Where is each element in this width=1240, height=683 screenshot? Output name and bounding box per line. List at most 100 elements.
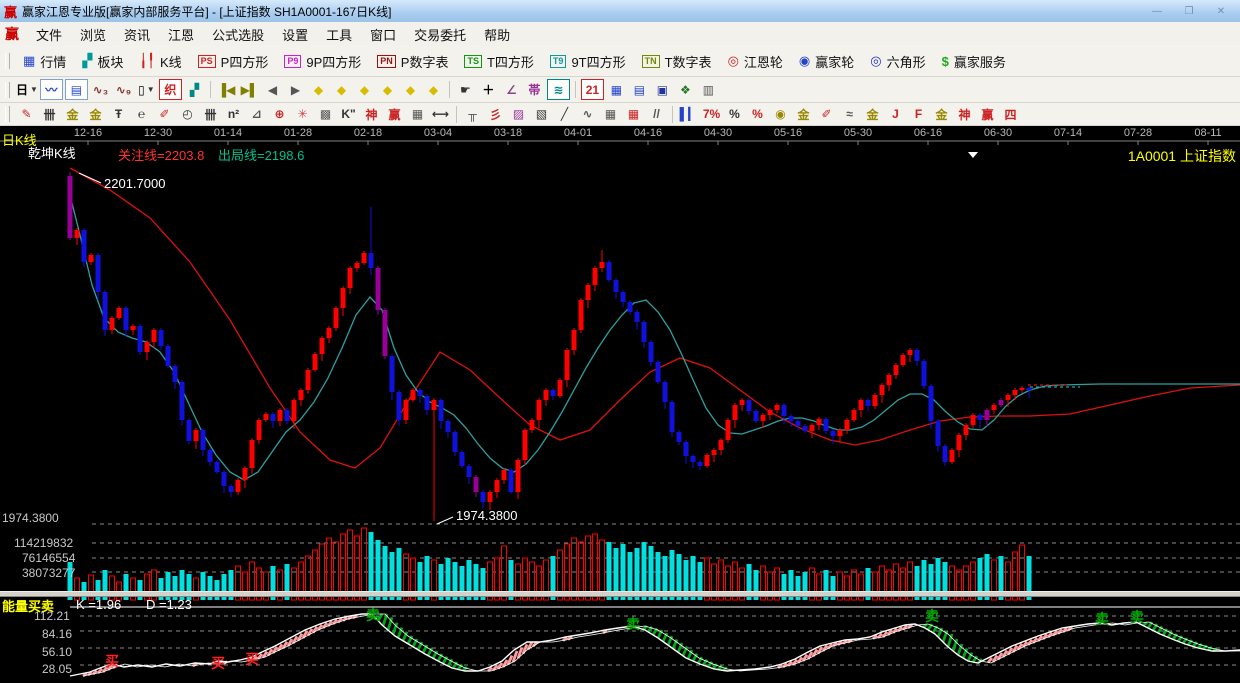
diamond-plus-button[interactable]: ◆ (423, 80, 444, 99)
menu-news[interactable]: 资讯 (115, 22, 159, 47)
cycle-clock-tool[interactable]: ◴ (177, 105, 198, 124)
calculator-tool[interactable]: ▦ (606, 80, 627, 99)
toolbar-button-六角形[interactable]: ◎六角形 (862, 49, 933, 73)
gold-circle-tool[interactable]: ◉ (770, 105, 791, 124)
fan-box-dark-tool[interactable]: ▧ (531, 105, 552, 124)
menu-formula-stock-pick[interactable]: 公式选股 (203, 22, 273, 47)
diamond-star-button[interactable]: ◆ (400, 80, 421, 99)
toolbar-button-P数字表[interactable]: PNP数字表 (369, 49, 456, 73)
slash-lines-tool[interactable]: // (646, 105, 667, 124)
k-mark-tool[interactable]: K" (338, 105, 359, 124)
gold-ratio-tool-1[interactable]: 金 (62, 105, 83, 124)
chart-canvas[interactable]: 买买买卖卖卖卖卖 日K线 12-1612-3001-1401-2802-1803… (0, 126, 1240, 683)
wave-9-tool[interactable]: ∿₉ (113, 80, 134, 99)
toolbar-button-行情[interactable]: ▦行情 (15, 49, 74, 73)
gann-flag-tool[interactable]: 帯 (524, 80, 545, 99)
star-web-tool[interactable]: ✳ (292, 105, 313, 124)
wave-3-tool[interactable]: ∿₃ (90, 80, 111, 99)
grid-123-tool[interactable]: ▦ (407, 105, 428, 124)
f-line-tool[interactable]: F (908, 105, 929, 124)
j-line-tool[interactable]: J (885, 105, 906, 124)
remote-pc-tool[interactable]: ▥ (698, 80, 719, 99)
pattern-tool[interactable]: 织 (159, 79, 182, 100)
fan-lines-tool[interactable]: 彡 (485, 105, 506, 124)
f-ruler-tool[interactable]: Ŧ (108, 105, 129, 124)
h-frame-tool[interactable]: ╥ (462, 105, 483, 124)
wave-check-tool[interactable]: ∿ (577, 105, 598, 124)
percent-7-tool[interactable]: 7% (701, 105, 722, 124)
toolbar-button-K线[interactable]: ╽╿K线 (131, 49, 189, 73)
fan-box-tool[interactable]: ▨ (508, 105, 529, 124)
title-bar[interactable]: 赢 赢家江恩专业版[赢家内部服务平台] - [上证指数 SH1A0001-167… (0, 0, 1240, 23)
network-tool[interactable]: ❖ (675, 80, 696, 99)
web-grid-tool[interactable]: ▩ (315, 105, 336, 124)
compass-tool[interactable]: ⊕ (269, 105, 290, 124)
percent-tool[interactable]: % (724, 105, 745, 124)
toolbar-button-赢家服务[interactable]: $赢家服务 (934, 49, 1014, 73)
wave-band-tool[interactable]: ≈ (839, 105, 860, 124)
gold-line-tool[interactable]: 金 (793, 105, 814, 124)
menu-settings[interactable]: 设置 (273, 22, 317, 47)
angle-ruler-tool[interactable]: ⊿ (246, 105, 267, 124)
toolbar-button-赢家轮[interactable]: ◉赢家轮 (791, 49, 862, 73)
toolbar-grip[interactable] (5, 106, 10, 122)
toolbar-button-T数字表[interactable]: TNT数字表 (634, 49, 720, 73)
toolbar-grip[interactable] (5, 53, 10, 69)
menu-tools[interactable]: 工具 (317, 22, 361, 47)
toolbar-button-9P四方形[interactable]: P99P四方形 (276, 49, 369, 73)
candle-style-tool[interactable]: ▯▼ (136, 80, 157, 99)
area-select-tool[interactable]: ≋ (547, 79, 570, 100)
minimize-button[interactable]: — (1148, 5, 1166, 18)
next-button[interactable]: ▶ (285, 80, 306, 99)
menu-help[interactable]: 帮助 (475, 22, 519, 47)
grid-red-tool[interactable]: ▦ (623, 105, 644, 124)
menu-window[interactable]: 窗口 (361, 22, 405, 47)
zigzag-tool[interactable]: 〰 (40, 79, 63, 100)
gold-angle-tool[interactable]: 金 (862, 105, 883, 124)
toolbar-button-板块[interactable]: ▞板块 (74, 49, 131, 73)
crosshair-tool[interactable]: ＋ (478, 80, 499, 99)
grid-tool[interactable]: ▦ (600, 105, 621, 124)
toolbar-grip[interactable] (5, 82, 10, 98)
kline-style-dropdown[interactable]: 日▼ (16, 80, 38, 99)
toolbar-button-江恩轮[interactable]: ◎江恩轮 (720, 49, 791, 73)
toolbar-button-P四方形[interactable]: PSP四方形 (190, 49, 277, 73)
notepad-tool[interactable]: ▤ (629, 80, 650, 99)
diamond-left-button[interactable]: ◆ (308, 80, 329, 99)
four-slash-tool[interactable]: 四 (1000, 105, 1021, 124)
ying-slash-tool[interactable]: 赢 (977, 105, 998, 124)
save-tool[interactable]: ▣ (652, 80, 673, 99)
percent-line-tool[interactable]: % (747, 105, 768, 124)
angle-measure-tool[interactable]: ∠ (501, 80, 522, 99)
n-square-tool[interactable]: n² (223, 105, 244, 124)
goto-first-button[interactable]: ▐◀ (216, 80, 237, 99)
gold-slash-tool[interactable]: 金 (931, 105, 952, 124)
maximize-button[interactable]: ❐ (1180, 5, 1198, 18)
close-button[interactable]: ✕ (1212, 5, 1230, 18)
gann-comb-tool[interactable]: 卌 (39, 105, 60, 124)
note-tool[interactable]: ▤ (65, 79, 88, 100)
comb-tool[interactable]: 卌 (200, 105, 221, 124)
diamond-hspan-button[interactable]: ◆ (354, 80, 375, 99)
menu-file[interactable]: 文件 (27, 22, 71, 47)
menu-browse[interactable]: 浏览 (71, 22, 115, 47)
prev-button[interactable]: ◀ (262, 80, 283, 99)
shen-tool[interactable]: 神 (361, 105, 382, 124)
ying-tool[interactable]: 赢 (384, 105, 405, 124)
diamond-cross-button[interactable]: ◆ (377, 80, 398, 99)
goto-last-button[interactable]: ▶▌ (239, 80, 260, 99)
hand-tool[interactable]: ☛ (455, 80, 476, 99)
shen-slash-tool[interactable]: 神 (954, 105, 975, 124)
bar-compare-tool[interactable]: ▌▎ (678, 105, 699, 124)
mark-pen-tool[interactable]: ✐ (816, 105, 837, 124)
span-measure-tool[interactable]: ⟷ (430, 105, 451, 124)
gold-ratio-tool-2[interactable]: 金 (85, 105, 106, 124)
menu-gann[interactable]: 江恩 (159, 22, 203, 47)
calendar-tool[interactable]: 21 (581, 79, 604, 100)
toolbar-button-T四方形[interactable]: TST四方形 (456, 49, 541, 73)
histogram-tool[interactable]: ▞ (184, 80, 205, 99)
spiral-tool[interactable]: ℮ (131, 105, 152, 124)
diamond-right-button[interactable]: ◆ (331, 80, 352, 99)
brush-tool[interactable]: ✎ (16, 105, 37, 124)
menu-trade[interactable]: 交易委托 (405, 22, 475, 47)
